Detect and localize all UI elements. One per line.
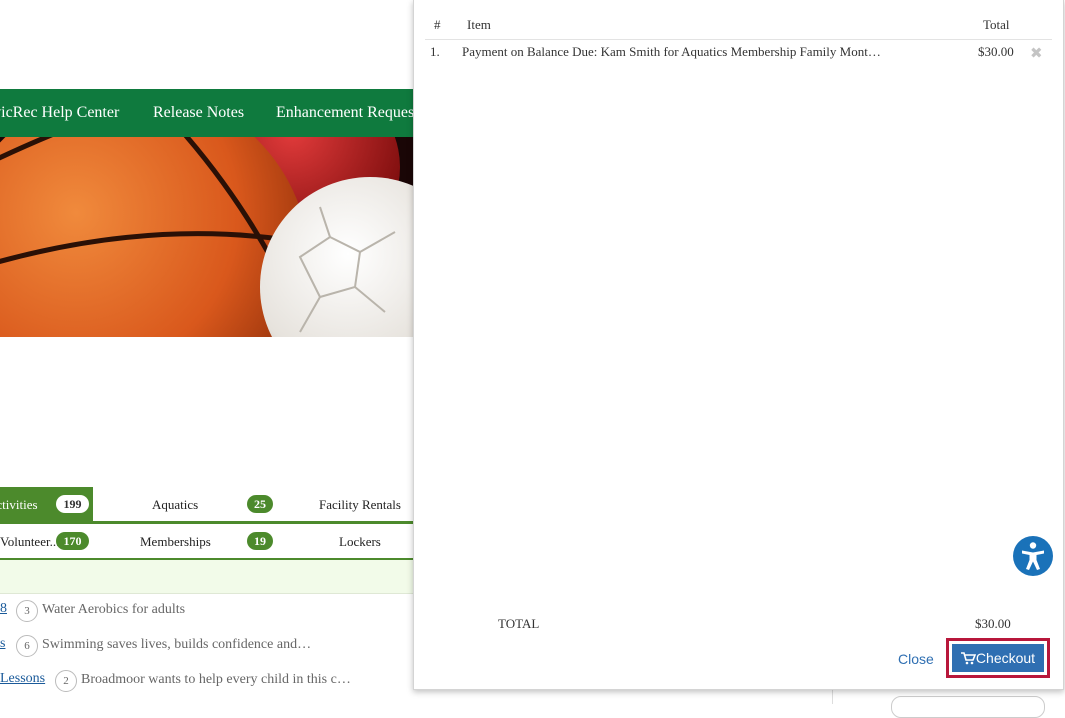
- result-description: Water Aerobics for adults: [42, 602, 186, 617]
- tab-memberships[interactable]: Memberships 19: [93, 524, 283, 558]
- sports-balls-image: [0, 137, 413, 337]
- session-count-badge: 6: [16, 635, 38, 657]
- main-nav: CivicRec Help Center Release Notes Enhan…: [0, 89, 413, 137]
- count-badge: 25: [247, 495, 273, 513]
- nav-link-help-center[interactable]: CivicRec Help Center: [0, 104, 119, 122]
- search-pill[interactable]: [891, 696, 1045, 718]
- accessibility-icon: [1022, 542, 1044, 570]
- accessibility-button[interactable]: [1013, 536, 1053, 576]
- close-button[interactable]: Close: [898, 651, 934, 667]
- header-divider: [425, 39, 1052, 40]
- tab-activities[interactable]: Activities 199: [0, 487, 93, 521]
- cart-modal: # Item Total 1. Payment on Balance Due: …: [413, 0, 1064, 690]
- category-tabs-row-2: Volunteer... 170 Memberships 19 Lockers: [0, 524, 413, 561]
- nav-link-release-notes[interactable]: Release Notes: [153, 104, 244, 122]
- close-icon[interactable]: ✖: [1030, 44, 1043, 63]
- total-value: $30.00: [975, 616, 1011, 631]
- cart-row-total: $30.00: [978, 44, 1014, 59]
- result-link[interactable]: s: [0, 636, 5, 652]
- result-link[interactable]: 8: [0, 601, 7, 617]
- tab-facility-rentals[interactable]: Facility Rentals: [283, 487, 413, 521]
- column-header-item: Item: [467, 17, 491, 32]
- result-description: Broadmoor wants to help every child in t…: [81, 672, 351, 687]
- checkout-label: Checkout: [975, 650, 1036, 666]
- tab-volunteer[interactable]: Volunteer... 170: [0, 524, 93, 558]
- tab-aquatics[interactable]: Aquatics 25: [93, 487, 283, 521]
- checkout-button[interactable]: Checkout: [952, 644, 1044, 672]
- list-item: 8 3 Water Aerobics for adults: [0, 599, 413, 625]
- nav-link-enhancement-requests[interactable]: Enhancement Requests: [276, 104, 413, 122]
- column-header-number: #: [434, 17, 441, 32]
- total-label: TOTAL: [498, 616, 540, 631]
- count-badge: 199: [56, 495, 89, 513]
- result-link[interactable]: Lessons: [0, 671, 45, 687]
- cart-icon: [960, 651, 976, 664]
- count-badge: 170: [56, 532, 89, 550]
- column-header-total: Total: [983, 17, 1010, 32]
- right-panel-edge: [832, 690, 1065, 718]
- filter-bar: [0, 560, 413, 594]
- tab-lockers[interactable]: Lockers: [283, 524, 413, 558]
- count-badge: 19: [247, 532, 273, 550]
- session-count-badge: 3: [16, 600, 38, 622]
- category-tabs-row-1: Activities 199 Aquatics 25 Facility Rent…: [0, 487, 413, 524]
- cart-row-item: Payment on Balance Due: Kam Smith for Aq…: [462, 44, 881, 59]
- cart-row-number: 1.: [430, 44, 440, 59]
- result-description: Swimming saves lives, builds confidence …: [42, 637, 312, 652]
- checkout-focus-outline: Checkout: [946, 638, 1050, 678]
- hero-image: [0, 137, 413, 337]
- list-item: Lessons 2 Broadmoor wants to help every …: [0, 669, 413, 695]
- list-item: s 6 Swimming saves lives, builds confide…: [0, 634, 413, 660]
- session-count-badge: 2: [55, 670, 77, 692]
